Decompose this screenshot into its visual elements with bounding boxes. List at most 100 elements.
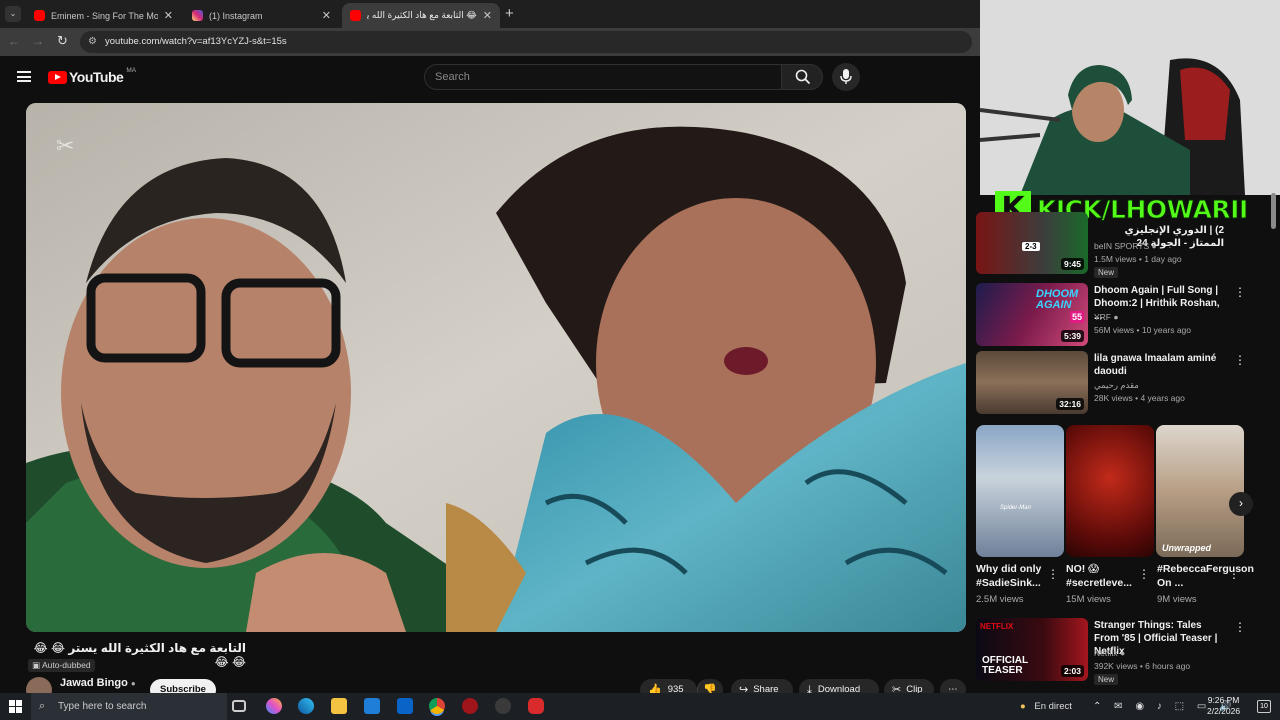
- reload-icon[interactable]: ↻: [57, 33, 68, 49]
- short-title[interactable]: Why did only #SadieSink...: [976, 562, 1052, 590]
- new-tab-icon[interactable]: +: [505, 5, 514, 22]
- close-tab-icon[interactable]: ✕: [322, 9, 331, 22]
- channel-name[interactable]: beIN SPORTS ●: [1094, 241, 1157, 251]
- new-badge: New: [1094, 267, 1119, 278]
- url-field[interactable]: ⚙ youtube.com/watch?v=af13YcYZJ-s&t=15s: [80, 31, 972, 53]
- clock[interactable]: 9:26 PM 2/2/2026: [1207, 695, 1240, 717]
- channel-name[interactable]: Netflix ●: [1094, 648, 1125, 658]
- channel-name[interactable]: YRF ●: [1094, 312, 1119, 322]
- short-caption: Unwrapped: [1162, 543, 1212, 553]
- more-options-icon[interactable]: ⋮: [1234, 354, 1246, 368]
- video-title[interactable]: lila gnawa lmaalam aminé daoudi: [1094, 352, 1224, 378]
- short-title[interactable]: #RebeccaFerguson On ...: [1157, 562, 1254, 590]
- channel-name-text: Jawad Bingo: [60, 677, 128, 689]
- duration-badge: 9:45: [1060, 258, 1084, 270]
- search-icon: ⌕: [39, 700, 46, 712]
- related-video-0[interactable]: 2-3 9:45 2) | الدوري الإنجليزي الممتاز -…: [976, 212, 1276, 278]
- copilot-icon[interactable]: [266, 698, 282, 714]
- app-icon-dark[interactable]: [495, 698, 511, 714]
- tab-current-video[interactable]: 😂 التابعة مع هاد الكثيرة الله يستر ✕: [342, 3, 500, 28]
- duration-badge: 2:03: [1060, 665, 1084, 677]
- dub-icon: ▣: [32, 660, 41, 670]
- thumb-number: 55: [1070, 311, 1085, 323]
- voice-search-button[interactable]: [832, 63, 860, 91]
- more-options-icon[interactable]: ⋮: [1234, 621, 1246, 635]
- video-thumbnail[interactable]: 2-3 9:45: [976, 212, 1088, 274]
- address-bar-row: ← → ↻ ⚙ youtube.com/watch?v=af13YcYZJ-s&…: [0, 28, 980, 56]
- verified-icon: ●: [130, 679, 136, 688]
- tab-search-button[interactable]: ⌄: [5, 6, 21, 22]
- close-tab-icon[interactable]: ✕: [164, 9, 173, 22]
- start-button[interactable]: [9, 700, 22, 713]
- notification-button[interactable]: 10: [1257, 700, 1271, 713]
- search-placeholder: Search: [435, 71, 470, 83]
- clock-time: 9:26 PM: [1207, 695, 1240, 705]
- sidebar-scrollbar[interactable]: [1271, 193, 1276, 229]
- video-thumbnail[interactable]: NETFLIX OFFICIAL TEASER 2:03: [976, 618, 1088, 681]
- live-status[interactable]: ● En direct: [1020, 693, 1072, 720]
- related-video-3[interactable]: NETFLIX OFFICIAL TEASER 2:03 Stranger Th…: [976, 618, 1276, 685]
- close-tab-icon[interactable]: ✕: [483, 9, 492, 22]
- more-options-icon[interactable]: ⋮: [1228, 568, 1240, 582]
- chrome-icon[interactable]: [429, 698, 445, 714]
- region-code: MA: [126, 66, 137, 74]
- short-views: 2.5M views: [976, 594, 1024, 605]
- taskbar-search-placeholder: Type here to search: [58, 701, 147, 712]
- edge-icon[interactable]: [298, 698, 314, 714]
- search-input[interactable]: Search: [424, 64, 782, 90]
- verified-icon: ●: [1120, 648, 1126, 658]
- short-thumbnail[interactable]: [1066, 425, 1154, 557]
- auto-dubbed-badge: ▣ Auto-dubbed: [28, 659, 95, 672]
- more-options-icon[interactable]: ⋮: [1234, 286, 1246, 300]
- store-icon[interactable]: [364, 698, 380, 714]
- watermark-icon: ✂: [56, 133, 75, 158]
- video-meta: 1.5M views • 1 day ago: [1094, 254, 1182, 264]
- menu-icon[interactable]: [17, 71, 31, 82]
- weather-icon: ●: [1020, 701, 1026, 712]
- short-title[interactable]: NO! 😱 #secretleve...: [1066, 562, 1142, 590]
- related-video-1[interactable]: DHOOM AGAIN 55 5:39 Dhoom Again | Full S…: [976, 283, 1276, 346]
- short-views: 9M views: [1157, 594, 1197, 605]
- video-thumbnail[interactable]: DHOOM AGAIN 55 5:39: [976, 283, 1088, 346]
- task-view-icon[interactable]: [232, 700, 246, 712]
- forward-icon[interactable]: →: [32, 34, 44, 48]
- video-meta: 28K views • 4 years ago: [1094, 393, 1185, 403]
- more-options-icon[interactable]: ⋮: [1047, 568, 1059, 582]
- youtube-logo[interactable]: YouTube MA: [48, 66, 137, 85]
- thumb-text: DHOOM AGAIN: [1036, 288, 1079, 311]
- windows-taskbar: ⌕ Type here to search ● En direct ⌃ ✉ ◉ …: [0, 693, 1280, 720]
- netflix-logo: NETFLIX: [980, 622, 1014, 631]
- search-button[interactable]: [781, 64, 823, 90]
- score-overlay: 2-3: [1022, 242, 1040, 251]
- shorts-next-button[interactable]: ›: [1229, 492, 1253, 516]
- taskbar-search-box[interactable]: ⌕ Type here to search: [31, 693, 227, 720]
- tab-title: Eminem - Sing For The Moment: [51, 10, 158, 21]
- youtube-header: YouTube MA Search: [0, 56, 980, 98]
- video-thumbnail[interactable]: 32:16: [976, 351, 1088, 414]
- live-status-text: En direct: [1034, 701, 1072, 712]
- thumb-text: OFFICIAL TEASER: [982, 655, 1028, 676]
- short-thumbnail[interactable]: Spider-Man: [976, 425, 1064, 557]
- app-icon-chat[interactable]: [528, 698, 544, 714]
- verified-icon: ●: [1113, 312, 1119, 322]
- youtube-favicon-icon: [350, 10, 361, 21]
- tab-title: 😂 التابعة مع هاد الكثيرة الله يستر: [367, 10, 477, 20]
- site-info-icon[interactable]: ⚙: [88, 31, 97, 53]
- video-player[interactable]: ✂: [26, 103, 966, 632]
- tab-eminem[interactable]: Eminem - Sing For The Moment ✕: [26, 3, 181, 28]
- youtube-favicon-icon: [34, 10, 45, 21]
- short-thumbnail[interactable]: Unwrapped: [1156, 425, 1244, 557]
- back-icon[interactable]: ←: [8, 34, 20, 48]
- related-video-2[interactable]: 32:16 lila gnawa lmaalam aminé daoudi مق…: [976, 351, 1276, 414]
- channel-name[interactable]: مقدم رحيمي: [1094, 380, 1139, 391]
- short-caption: Spider-Man: [1000, 505, 1031, 511]
- youtube-play-icon: [48, 70, 67, 84]
- more-options-icon[interactable]: ⋮: [1138, 568, 1150, 582]
- tab-instagram[interactable]: (1) Instagram ✕: [184, 3, 339, 28]
- clock-date: 2/2/2026: [1207, 706, 1241, 716]
- video-frame-image: [26, 103, 966, 632]
- app-icon-red[interactable]: [462, 698, 478, 714]
- file-explorer-icon[interactable]: [331, 698, 347, 714]
- channel-name[interactable]: Jawad Bingo ●: [60, 677, 136, 689]
- outlook-icon[interactable]: [397, 698, 413, 714]
